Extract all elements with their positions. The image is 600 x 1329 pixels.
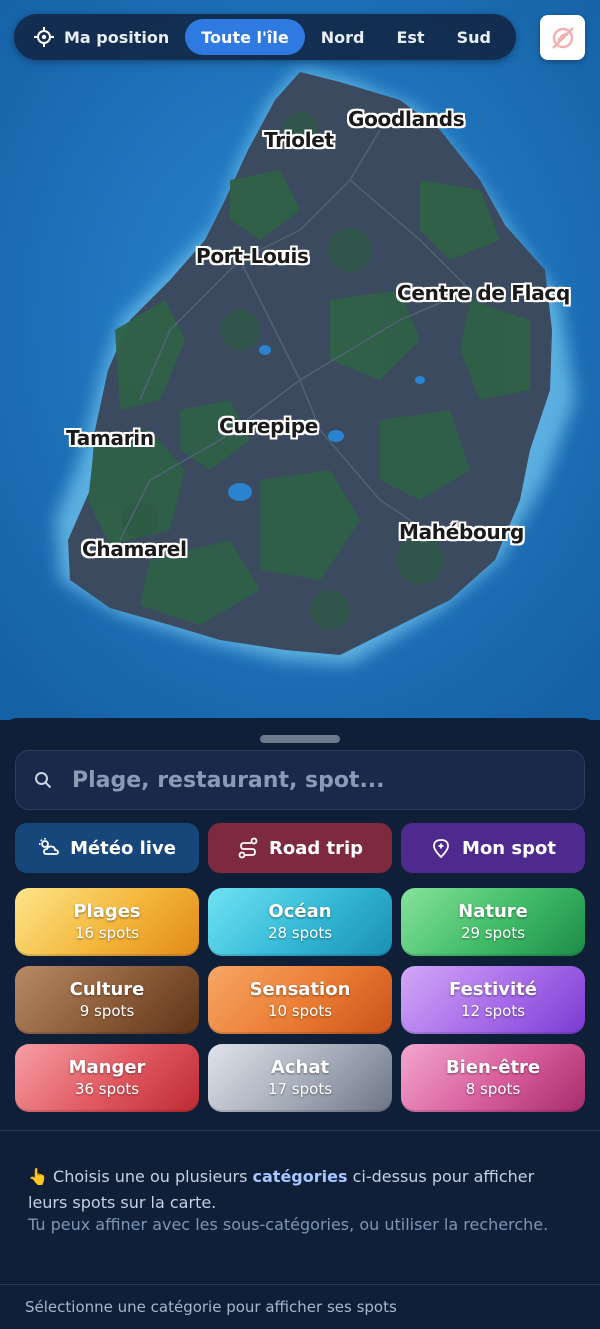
category-count: 29 spots	[460, 924, 526, 942]
category-count: 36 spots	[74, 1080, 140, 1098]
bottom-sheet: Météo live Road trip Mon spot Plages 16 …	[0, 718, 600, 1329]
pointing-up-icon: 👆	[28, 1167, 48, 1186]
region-tab-nord[interactable]: Nord	[305, 19, 381, 55]
category-grid: Plages 16 spots Océan 28 spots Nature 29…	[15, 888, 585, 1112]
mon-spot-label: Mon spot	[462, 837, 556, 859]
region-filter-bar: Ma position Toute l'île Nord Est Sud O	[14, 14, 516, 60]
category-count: 17 spots	[267, 1080, 333, 1098]
sheet-drag-handle[interactable]	[260, 735, 340, 743]
category-hint-secondary: Tu peux affiner avec les sous-catégories…	[28, 1215, 549, 1234]
city-label-centre-de-flacq[interactable]: Centre de Flacq	[397, 281, 570, 305]
category-culture[interactable]: Culture 9 spots	[15, 966, 199, 1034]
region-tab-sud[interactable]: Sud	[441, 19, 507, 55]
region-tab-toute-l-ile[interactable]: Toute l'île	[185, 19, 305, 55]
city-label-tamarin[interactable]: Tamarin	[66, 426, 154, 450]
category-count: 28 spots	[267, 924, 333, 942]
region-tab-est[interactable]: Est	[380, 19, 440, 55]
category-bien-etre[interactable]: Bien-être 8 spots	[401, 1044, 585, 1112]
category-name: Nature	[458, 901, 528, 922]
category-name: Plages	[73, 901, 141, 922]
hint-text-before: Choisis une ou plusieurs	[53, 1167, 248, 1186]
category-hint: 👆 Choisis une ou plusieurs catégories ci…	[28, 1164, 573, 1216]
status-footer: Sélectionne une catégorie pour afficher …	[25, 1298, 397, 1316]
divider	[0, 1130, 600, 1131]
my-position-label: Ma position	[64, 27, 170, 47]
city-label-goodlands[interactable]: Goodlands	[348, 107, 465, 131]
category-achat[interactable]: Achat 17 spots	[208, 1044, 392, 1112]
island-map	[0, 0, 600, 720]
category-name: Sensation	[249, 979, 351, 1000]
road-trip-label: Road trip	[268, 837, 364, 859]
city-label-mahebourg[interactable]: Mahébourg	[399, 520, 524, 544]
category-plages[interactable]: Plages 16 spots	[15, 888, 199, 956]
route-icon	[238, 837, 258, 859]
meteo-live-button[interactable]: Météo live	[15, 823, 199, 873]
city-label-triolet[interactable]: Triolet	[264, 128, 334, 152]
category-name: Océan	[268, 901, 332, 922]
category-name: Culture	[69, 979, 145, 1000]
category-count: 16 spots	[74, 924, 140, 942]
city-label-port-louis[interactable]: Port-Louis	[196, 244, 309, 268]
category-manger[interactable]: Manger 36 spots	[15, 1044, 199, 1112]
hint-text-bold: catégories	[252, 1167, 348, 1186]
city-label-chamarel[interactable]: Chamarel	[82, 537, 187, 561]
meteo-live-label: Météo live	[70, 837, 176, 859]
city-label-curepipe[interactable]: Curepipe	[219, 414, 318, 438]
category-name: Festivité	[449, 979, 537, 1000]
crosshair-icon	[34, 27, 54, 47]
category-sensation[interactable]: Sensation 10 spots	[208, 966, 392, 1034]
category-count: 12 spots	[460, 1002, 526, 1020]
map-pin-icon	[433, 839, 449, 859]
category-nature[interactable]: Nature 29 spots	[401, 888, 585, 956]
cloud-sun-icon	[39, 838, 59, 855]
search-bar[interactable]	[15, 750, 585, 810]
toggle-visibility-button[interactable]	[540, 15, 585, 60]
category-count: 8 spots	[465, 1080, 521, 1098]
category-count: 9 spots	[79, 1002, 135, 1020]
quick-actions: Météo live Road trip Mon spot	[15, 823, 585, 873]
search-input[interactable]	[72, 767, 552, 793]
category-name: Manger	[68, 1057, 146, 1078]
category-name: Achat	[270, 1057, 330, 1078]
road-trip-button[interactable]: Road trip	[208, 823, 392, 873]
category-name: Bien-être	[445, 1057, 541, 1078]
divider	[0, 1284, 600, 1285]
hide-route-icon	[551, 26, 574, 49]
category-count: 10 spots	[267, 1002, 333, 1020]
my-position-button[interactable]: Ma position	[26, 19, 185, 55]
category-ocean[interactable]: Océan 28 spots	[208, 888, 392, 956]
map-view[interactable]: Goodlands Triolet Port-Louis Centre de F…	[0, 0, 600, 720]
category-festivite[interactable]: Festivité 12 spots	[401, 966, 585, 1034]
mon-spot-button[interactable]: Mon spot	[401, 823, 585, 873]
search-icon	[35, 772, 52, 789]
